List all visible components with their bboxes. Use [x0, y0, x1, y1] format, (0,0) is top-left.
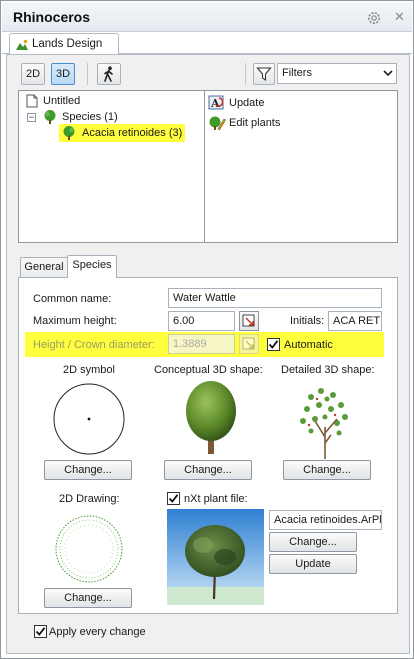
- nxt-plant-render-preview: [167, 509, 264, 605]
- filters-dropdown[interactable]: Filters: [277, 63, 397, 84]
- apply-every-change-label: Apply every change: [49, 626, 146, 638]
- pick-ratio-button[interactable]: [239, 334, 259, 354]
- checkmark-icon: [268, 340, 279, 349]
- view-2d-button[interactable]: 2D: [21, 63, 45, 85]
- svg-text:A: A: [210, 97, 220, 110]
- symbol-2d-preview: [53, 383, 125, 455]
- filters-dropdown-value: Filters: [282, 67, 312, 79]
- tree-category-label[interactable]: Species (1): [62, 111, 118, 123]
- edit-plants-icon: [209, 116, 226, 131]
- crown-ratio-label: Height / Crown diameter:: [33, 339, 155, 351]
- tree-species-icon: [44, 110, 56, 124]
- document-icon: [26, 94, 38, 108]
- view-3d-button[interactable]: 3D: [51, 63, 75, 85]
- rhinoceros-window: Rhinoceros ✕ Lands Design 2D 3D Filters …: [0, 0, 414, 659]
- symbol-2d-label: 2D symbol: [63, 364, 115, 376]
- checkmark-icon: [35, 627, 46, 636]
- update-action[interactable]: Update: [229, 97, 264, 109]
- automatic-checkbox[interactable]: [267, 338, 280, 351]
- nxt-plant-file-checkbox[interactable]: [167, 492, 180, 505]
- lands-design-icon: [16, 39, 28, 50]
- tree-divider: [204, 91, 205, 242]
- pick-height-button[interactable]: [239, 311, 259, 331]
- nxt-file-field[interactable]: Acacia retinoides.ArPl: [269, 510, 382, 530]
- walk-button[interactable]: [97, 63, 121, 85]
- apply-every-change-checkbox[interactable]: [34, 625, 47, 638]
- chevron-down-icon: [383, 70, 393, 77]
- automatic-label: Automatic: [284, 339, 333, 351]
- tab-species[interactable]: Species: [67, 255, 117, 278]
- toolbar-separator: [87, 63, 88, 85]
- walking-person-icon: [104, 66, 113, 82]
- tab-lands-design[interactable]: Lands Design: [9, 33, 119, 55]
- drawing-2d-label: 2D Drawing:: [59, 493, 120, 505]
- tree-collapse-toggle[interactable]: −: [27, 113, 36, 122]
- nxt-plant-file-label: nXt plant file:: [184, 493, 248, 505]
- drawing-2d-preview: [55, 515, 123, 583]
- edit-plants-action[interactable]: Edit plants: [229, 117, 280, 129]
- initials-label: Initials:: [290, 315, 325, 327]
- max-height-field[interactable]: 6.00: [168, 311, 235, 331]
- tab-general[interactable]: General: [20, 257, 68, 278]
- change-2d-drawing-button[interactable]: Change...: [44, 588, 132, 608]
- change-conceptual-3d-button[interactable]: Change...: [164, 460, 252, 480]
- common-name-label: Common name:: [33, 293, 112, 305]
- initials-field[interactable]: ACA RET: [328, 311, 382, 331]
- detailed-3d-preview: [300, 388, 348, 459]
- toolbar-separator: [245, 63, 246, 85]
- close-icon[interactable]: ✕: [394, 10, 406, 24]
- title-bar: Rhinoceros ✕: [2, 2, 412, 32]
- change-2d-symbol-button[interactable]: Change...: [44, 460, 132, 480]
- checkmark-icon: [168, 494, 179, 503]
- change-nxt-file-button[interactable]: Change...: [269, 532, 357, 552]
- window-title: Rhinoceros: [13, 9, 91, 25]
- detailed-3d-label: Detailed 3D shape:: [281, 364, 375, 376]
- update-icon: A: [208, 95, 224, 110]
- tab-lands-design-label: Lands Design: [32, 38, 103, 50]
- common-name-field[interactable]: Water Wattle: [168, 288, 382, 308]
- filter-button[interactable]: [253, 63, 275, 85]
- tree-selected-item-label: Acacia retinoides (3): [82, 127, 183, 139]
- conceptual-3d-label: Conceptual 3D shape:: [154, 364, 263, 376]
- crown-ratio-field[interactable]: 1.3889: [168, 334, 235, 354]
- change-detailed-3d-button[interactable]: Change...: [283, 460, 371, 480]
- tree-plant-icon: [63, 126, 75, 140]
- pick-icon: [242, 337, 255, 350]
- conceptual-3d-preview: [186, 381, 236, 454]
- filter-icon: [256, 67, 272, 82]
- pick-icon: [242, 314, 255, 327]
- max-height-label: Maximum height:: [33, 315, 117, 327]
- tree-root-label[interactable]: Untitled: [43, 95, 80, 107]
- gear-icon[interactable]: [366, 10, 382, 26]
- update-nxt-button[interactable]: Update: [269, 554, 357, 574]
